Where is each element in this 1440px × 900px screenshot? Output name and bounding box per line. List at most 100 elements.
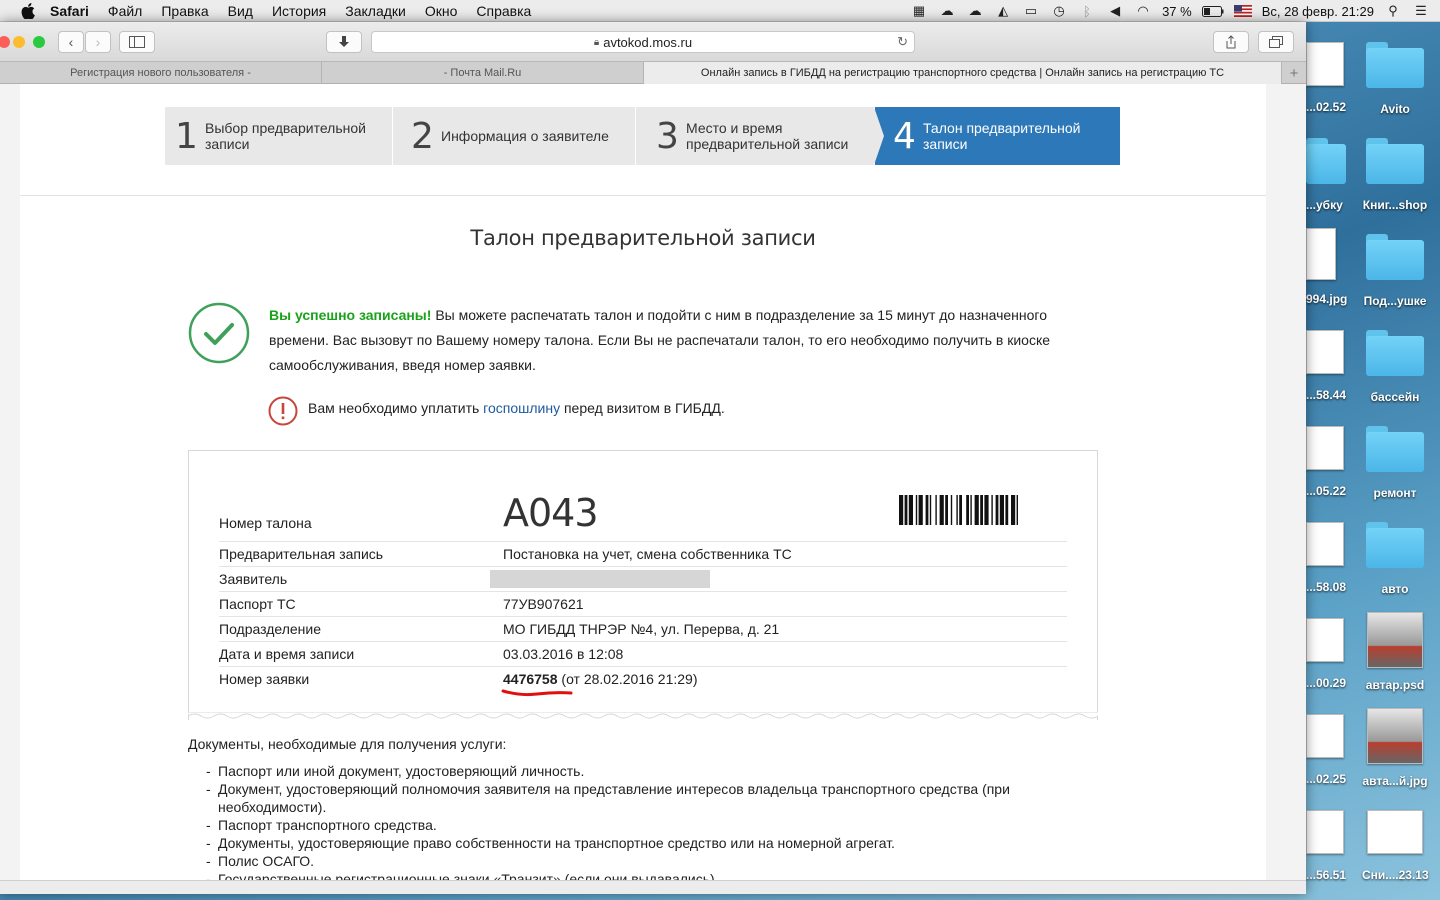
- document-item: Документы, удостоверяющие право собствен…: [206, 834, 1086, 852]
- barcode-bar: [915, 495, 918, 525]
- spotlight-search-icon[interactable]: ⚲: [1384, 3, 1402, 19]
- document-item: Документ, удостоверяющий полномочия заяв…: [206, 780, 1086, 816]
- barcode-bar: [984, 495, 989, 525]
- forward-button[interactable]: ›: [85, 31, 111, 53]
- desktop-folder[interactable]: бассейн: [1362, 328, 1428, 420]
- menu-file[interactable]: Файл: [108, 3, 142, 19]
- downloads-button[interactable]: [326, 31, 362, 53]
- wifi-icon[interactable]: ◠: [1134, 3, 1152, 19]
- desktop-folder[interactable]: Avito: [1362, 40, 1428, 132]
- barcode-bar: [918, 495, 923, 525]
- battery-icon[interactable]: [1201, 3, 1224, 19]
- volume-icon[interactable]: ◀: [1106, 3, 1124, 19]
- step-3[interactable]: 3 Место и время предварительной записи: [636, 107, 875, 165]
- desktop-file-label: Сни....23.13: [1362, 868, 1429, 882]
- barcode-bar: [935, 495, 937, 525]
- sidebar-button[interactable]: [119, 31, 155, 53]
- menu-help[interactable]: Справка: [476, 3, 531, 19]
- lock-icon: 🔒︎: [593, 36, 600, 48]
- file-thumbnail: [1306, 810, 1344, 854]
- menu-safari[interactable]: Safari: [50, 3, 89, 19]
- bluetooth-icon[interactable]: ᛒ: [1078, 3, 1096, 19]
- state-fee-link[interactable]: госпошлину: [483, 400, 560, 416]
- file-thumbnail: [1306, 426, 1344, 470]
- menu-edit[interactable]: Правка: [161, 3, 208, 19]
- horizontal-scrollbar[interactable]: [0, 880, 1306, 894]
- barcode-bar: [929, 495, 932, 525]
- steps-progress: 1 Выбор предварительной записи 2 Информа…: [165, 107, 1121, 165]
- address-bar[interactable]: 🔒︎ avtokod.mos.ru ↻: [371, 31, 915, 53]
- desktop-folder-label: Книг...shop: [1362, 198, 1428, 212]
- row-label: Предварительная запись: [219, 546, 384, 562]
- step-1[interactable]: 1 Выбор предварительной записи: [165, 107, 393, 165]
- file-thumbnail: [1367, 708, 1423, 764]
- step-label: Информация о заявителе: [441, 128, 609, 144]
- back-button[interactable]: ‹: [58, 31, 84, 53]
- fee-warning: Вам необходимо уплатить госпошлину перед…: [308, 400, 725, 416]
- folder-icon: [1366, 138, 1424, 184]
- ticket-number: А043: [503, 491, 599, 535]
- tab-gibdd[interactable]: Онлайн запись в ГИБДД на регистрацию тра…: [644, 62, 1282, 84]
- menu-bookmarks[interactable]: Закладки: [345, 3, 406, 19]
- minimize-window-button[interactable]: [13, 36, 25, 48]
- desktop-file[interactable]: Сни....23.13: [1362, 808, 1429, 900]
- grid-icon[interactable]: ▦: [910, 3, 928, 19]
- ticket-row: Заявитель: [219, 566, 1067, 591]
- barcode-bar: [1005, 495, 1009, 525]
- cloud-icon[interactable]: ☁: [938, 3, 956, 19]
- close-window-button[interactable]: [0, 36, 10, 48]
- barcode-bar: [904, 495, 908, 525]
- document-item: Государственные регистрационные знаки «Т…: [206, 870, 1086, 880]
- desktop-file[interactable]: авта...й.jpg: [1362, 706, 1428, 798]
- share-button[interactable]: [1213, 31, 1249, 53]
- barcode-bar: [899, 495, 904, 525]
- notification-center-icon[interactable]: ☰: [1412, 3, 1430, 19]
- success-message: Вы успешно записаны! Вы можете распечата…: [269, 303, 1109, 378]
- reload-icon[interactable]: ↻: [897, 34, 908, 50]
- page-content: 1 Выбор предварительной записи 2 Информа…: [20, 84, 1266, 880]
- cloud-sync-icon[interactable]: ☁: [966, 3, 984, 19]
- sidebar-icon: [129, 36, 145, 48]
- new-tab-button[interactable]: +: [1282, 62, 1306, 84]
- chevron-right-icon: ›: [95, 34, 101, 50]
- desktop-folder[interactable]: ремонт: [1362, 424, 1428, 516]
- barcode-bar: [980, 495, 983, 525]
- barcode-bar: [995, 495, 999, 525]
- request-number: 4476758: [503, 671, 558, 687]
- battery-percent[interactable]: 37 %: [1162, 4, 1192, 19]
- document-item: Паспорт или иной документ, удостоверяющи…: [206, 762, 1086, 780]
- tab-registration[interactable]: Регистрация нового пользователя -: [0, 62, 322, 84]
- barcode-bar: [991, 495, 993, 525]
- apple-logo-icon[interactable]: [20, 2, 36, 19]
- ticket-card: Номер талона А043 Предварительная запись…: [188, 450, 1098, 720]
- us-flag-icon[interactable]: [1233, 3, 1252, 19]
- step-4[interactable]: 4 Талон предварительной записи: [874, 107, 1121, 165]
- adobe-icon[interactable]: ◭: [994, 3, 1012, 19]
- ticket-number-label: Номер талона: [219, 515, 312, 531]
- desktop-folder[interactable]: авто: [1362, 520, 1428, 612]
- documents-title: Документы, необходимые для получения усл…: [188, 736, 507, 752]
- page-title: Талон предварительной записи: [470, 226, 816, 250]
- document-item: Полис ОСАГО.: [206, 852, 1086, 870]
- barcode-bar: [970, 495, 972, 525]
- url-text: avtokod.mos.ru: [603, 34, 693, 50]
- desktop-folder[interactable]: Книг...shop: [1362, 136, 1428, 228]
- menu-window[interactable]: Окно: [425, 3, 458, 19]
- file-thumbnail: [1306, 714, 1344, 758]
- airplay-icon[interactable]: ▭: [1022, 3, 1040, 19]
- menu-history[interactable]: История: [272, 3, 326, 19]
- row-value: МО ГИБДД ТНРЭР №4, ул. Перерва, д. 21: [503, 621, 780, 637]
- menu-view[interactable]: Вид: [228, 3, 253, 19]
- tab-mail[interactable]: - Почта Mail.Ru: [322, 62, 644, 84]
- tabs-overview-button[interactable]: [1258, 31, 1294, 53]
- desktop-file[interactable]: автар.psd: [1362, 610, 1428, 702]
- time-machine-icon[interactable]: ◷: [1050, 3, 1068, 19]
- browser-window: ‹ › 🔒︎ avtokod.mos.ru ↻ Регистрация ново…: [0, 22, 1306, 894]
- desktop-file-label: авта...й.jpg: [1362, 774, 1428, 788]
- desktop-folder[interactable]: Под...ушке: [1362, 232, 1428, 324]
- document-item: Паспорт транспортного средства.: [206, 816, 1086, 834]
- download-icon: [339, 36, 349, 47]
- step-2[interactable]: 2 Информация о заявителе: [393, 107, 636, 165]
- clock[interactable]: Вс, 28 февр. 21:29: [1262, 4, 1374, 19]
- zoom-window-button[interactable]: [33, 36, 45, 48]
